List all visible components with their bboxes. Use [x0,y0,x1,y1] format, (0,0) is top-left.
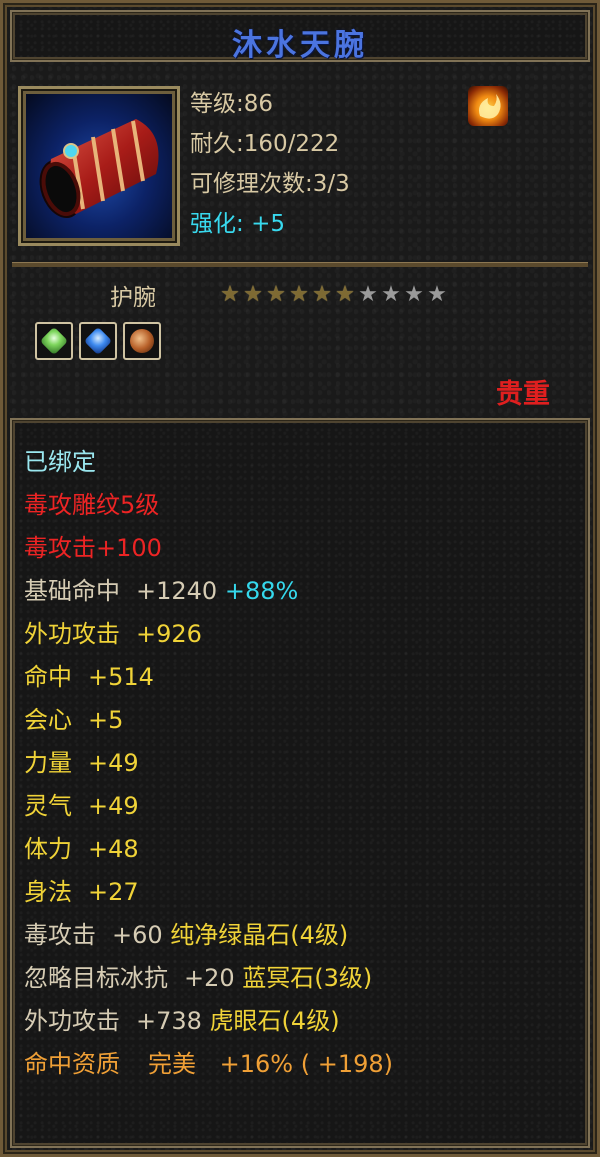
attr-crit: 会心 +5 [24,706,124,734]
attr-gem-poison-attack: 毒攻击 +60 纯净绿晶石(4级) [24,921,349,949]
blue-crystal-gem-icon [79,322,117,360]
star-icon: ★ [312,282,332,307]
star-icon: ★ [404,282,424,307]
divider [12,262,588,267]
item-stats: 等级:86 耐久:160/222 可修理次数:3/3 强化: +5 [190,86,350,246]
item-repairs: 可修理次数:3/3 [190,171,350,197]
attr-strength: 力量 +49 [24,749,139,777]
attribute-list: 已绑定 毒攻雕纹5级 毒攻击+100 基础命中 +1240 +88% 外功攻击 +9… [24,441,393,1086]
gem-name: 蓝冥石(3级) [242,964,373,992]
star-icon: ★ [220,282,240,307]
attr-poison-attack: 毒攻击+100 [24,534,162,562]
star-icon: ★ [427,282,447,307]
attr-base-hit: 基础命中 +1240 +88% [24,577,299,605]
attr-stamina: 体力 +48 [24,835,139,863]
attr-outer-attack: 外功攻击 +926 [24,620,202,648]
star-icon: ★ [381,282,401,307]
star-icon: ★ [335,282,355,307]
item-image-frame [18,86,180,246]
item-enhance: 强化: +5 [190,206,350,246]
enhance-value: +5 [251,211,285,237]
gem-name: 虎眼石(4级) [209,1007,340,1035]
item-type: 护腕 [110,285,156,311]
title-bar: 沐水天腕 [10,10,590,63]
fire-element-icon [468,86,508,126]
attr-gem-ignore-ice-resist: 忽略目标冰抗 +20 蓝冥石(3级) [24,964,373,992]
brown-tiger-eye-gem-icon [123,322,161,360]
aptitude-grade: 完美 [148,1050,196,1078]
attr-base-hit-bonus: +88% [224,577,299,605]
attr-gem-outer-attack: 外功攻击 +738 虎眼石(4级) [24,1007,340,1035]
star-icon: ★ [289,282,309,307]
item-quality: 贵重 [496,379,550,410]
attr-engraving: 毒攻雕纹5级 [24,491,160,519]
attr-hit-aptitude: 命中资质 完美 +16% ( +198) [24,1050,394,1078]
bracer-icon [39,119,159,219]
star-icon: ★ [243,282,263,307]
enhance-label: 强化: [190,211,244,237]
star-icon: ★ [266,282,286,307]
gem-slots [35,322,161,360]
item-name: 沐水天腕 [232,28,368,63]
attr-hit: 命中 +514 [24,663,154,691]
attr-agility: 身法 +27 [24,878,139,906]
item-level: 等级:86 [190,91,274,117]
green-crystal-gem-icon [35,322,73,360]
item-durability: 耐久:160/222 [190,131,340,157]
star-icon: ★ [358,282,378,307]
gem-name: 纯净绿晶石(4级) [170,921,349,949]
enhance-stars: ★ ★ ★ ★ ★ ★ ★ ★ ★ ★ [220,283,447,307]
attr-spirit: 灵气 +49 [24,792,139,820]
bound-status: 已绑定 [24,448,96,476]
